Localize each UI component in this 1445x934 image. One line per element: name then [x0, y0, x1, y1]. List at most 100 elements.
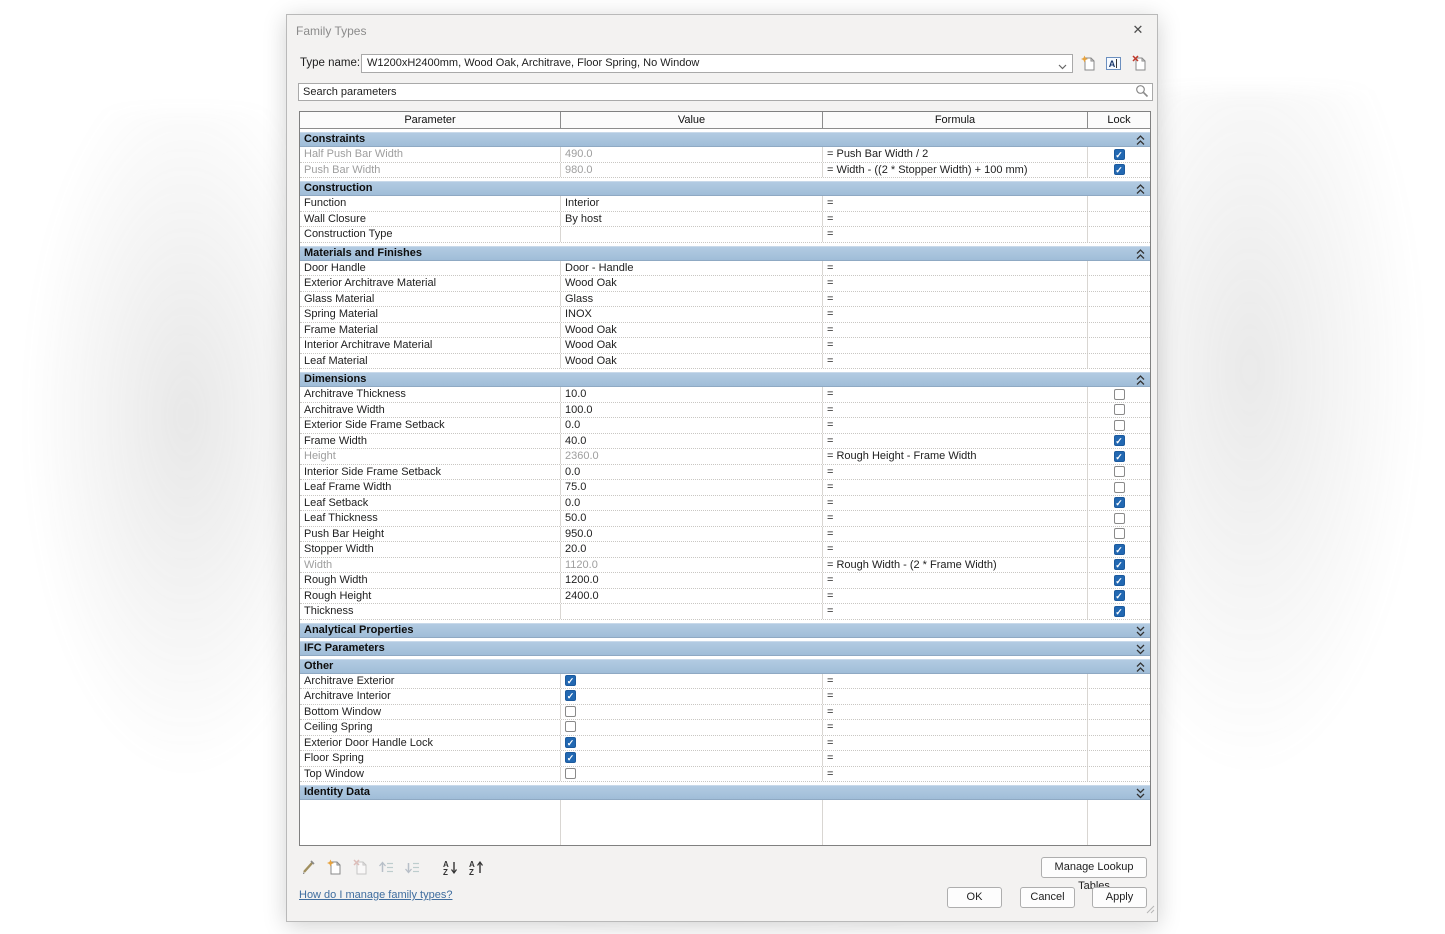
collapse-section-icon[interactable] [1136, 135, 1145, 150]
param-value-cell[interactable] [561, 227, 823, 242]
search-input[interactable] [298, 83, 1153, 101]
column-header-value[interactable]: Value [561, 112, 823, 128]
lock-checkbox[interactable] [1114, 575, 1125, 586]
param-formula-cell[interactable]: = Push Bar Width / 2 [823, 147, 1088, 162]
param-formula-cell[interactable]: = [823, 674, 1088, 689]
lock-checkbox[interactable] [1114, 606, 1125, 617]
param-value-cell[interactable]: Wood Oak [561, 323, 823, 338]
param-formula-cell[interactable]: = [823, 573, 1088, 588]
expand-section-icon[interactable] [1136, 626, 1145, 641]
param-formula-cell[interactable]: = [823, 212, 1088, 227]
help-link[interactable]: How do I manage family types? [299, 889, 452, 901]
lock-checkbox[interactable] [1114, 435, 1125, 446]
column-header-parameter[interactable]: Parameter [300, 112, 561, 128]
param-formula-cell[interactable]: = [823, 227, 1088, 242]
new-type-button[interactable] [1079, 54, 1097, 73]
edit-parameter-button[interactable] [299, 858, 317, 876]
param-formula-cell[interactable]: = [823, 705, 1088, 720]
param-value-cell[interactable] [561, 736, 823, 751]
param-formula-cell[interactable]: = [823, 589, 1088, 604]
param-value-cell[interactable]: 980.0 [561, 163, 823, 178]
param-formula-cell[interactable]: = [823, 689, 1088, 704]
param-formula-cell[interactable]: = Rough Height - Frame Width [823, 449, 1088, 464]
section-header-dimensions[interactable]: Dimensions [300, 372, 1150, 387]
param-value-cell[interactable]: 2400.0 [561, 589, 823, 604]
param-formula-cell[interactable]: = [823, 261, 1088, 276]
value-checkbox[interactable] [565, 768, 576, 779]
lock-checkbox[interactable] [1114, 544, 1125, 555]
param-value-cell[interactable]: 50.0 [561, 511, 823, 526]
section-header-ifc-parameters[interactable]: IFC Parameters [300, 641, 1150, 656]
section-header-analytical-properties[interactable]: Analytical Properties [300, 623, 1150, 638]
param-formula-cell[interactable]: = [823, 387, 1088, 402]
param-value-cell[interactable] [561, 674, 823, 689]
param-value-cell[interactable]: Interior [561, 196, 823, 211]
manage-lookup-tables-button[interactable]: Manage Lookup Tables [1041, 857, 1147, 878]
param-formula-cell[interactable]: = [823, 542, 1088, 557]
param-value-cell[interactable]: 2360.0 [561, 449, 823, 464]
value-checkbox[interactable] [565, 675, 576, 686]
lock-checkbox[interactable] [1114, 389, 1125, 400]
param-formula-cell[interactable]: = [823, 196, 1088, 211]
param-value-cell[interactable]: Wood Oak [561, 354, 823, 369]
param-formula-cell[interactable]: = [823, 480, 1088, 495]
param-formula-cell[interactable]: = [823, 511, 1088, 526]
lock-checkbox[interactable] [1114, 451, 1125, 462]
section-header-materials-and-finishes[interactable]: Materials and Finishes [300, 246, 1150, 261]
param-value-cell[interactable]: Glass [561, 292, 823, 307]
column-header-formula[interactable]: Formula [823, 112, 1088, 128]
param-formula-cell[interactable]: = [823, 323, 1088, 338]
section-header-constraints[interactable]: Constraints [300, 132, 1150, 147]
param-value-cell[interactable]: 100.0 [561, 403, 823, 418]
close-icon[interactable]: ✕ [1129, 21, 1147, 39]
param-value-cell[interactable]: 75.0 [561, 480, 823, 495]
param-formula-cell[interactable]: = [823, 418, 1088, 433]
resize-grip[interactable] [1145, 901, 1155, 919]
collapse-section-icon[interactable] [1136, 184, 1145, 199]
lock-checkbox[interactable] [1114, 528, 1125, 539]
param-value-cell[interactable] [561, 751, 823, 766]
param-formula-cell[interactable]: = [823, 720, 1088, 735]
param-formula-cell[interactable]: = [823, 338, 1088, 353]
param-value-cell[interactable]: 40.0 [561, 434, 823, 449]
lock-checkbox[interactable] [1114, 590, 1125, 601]
lock-checkbox[interactable] [1114, 420, 1125, 431]
lock-checkbox[interactable] [1114, 559, 1125, 570]
section-header-identity-data[interactable]: Identity Data [300, 785, 1150, 800]
value-checkbox[interactable] [565, 721, 576, 732]
collapse-section-icon[interactable] [1136, 375, 1145, 390]
dialog-titlebar[interactable]: Family Types ✕ [287, 15, 1157, 45]
param-value-cell[interactable]: Wood Oak [561, 338, 823, 353]
column-header-lock[interactable]: Lock [1088, 112, 1150, 128]
param-formula-cell[interactable]: = [823, 403, 1088, 418]
lock-checkbox[interactable] [1114, 164, 1125, 175]
param-formula-cell[interactable]: = [823, 292, 1088, 307]
ok-button[interactable]: OK [947, 887, 1002, 908]
param-formula-cell[interactable]: = [823, 496, 1088, 511]
param-formula-cell[interactable]: = [823, 527, 1088, 542]
section-header-other[interactable]: Other [300, 659, 1150, 674]
cancel-button[interactable]: Cancel [1020, 887, 1075, 908]
param-value-cell[interactable]: 10.0 [561, 387, 823, 402]
value-checkbox[interactable] [565, 737, 576, 748]
param-value-cell[interactable]: INOX [561, 307, 823, 322]
param-formula-cell[interactable]: = [823, 354, 1088, 369]
param-formula-cell[interactable]: = [823, 307, 1088, 322]
param-value-cell[interactable]: 1120.0 [561, 558, 823, 573]
sort-ascending-button[interactable]: A Z [441, 858, 459, 876]
expand-section-icon[interactable] [1136, 644, 1145, 659]
expand-section-icon[interactable] [1136, 788, 1145, 803]
param-value-cell[interactable]: 0.0 [561, 496, 823, 511]
param-formula-cell[interactable]: = [823, 751, 1088, 766]
value-checkbox[interactable] [565, 690, 576, 701]
lock-checkbox[interactable] [1114, 149, 1125, 160]
apply-button[interactable]: Apply [1092, 887, 1147, 908]
param-value-cell[interactable]: 490.0 [561, 147, 823, 162]
param-value-cell[interactable] [561, 689, 823, 704]
param-value-cell[interactable]: 20.0 [561, 542, 823, 557]
param-value-cell[interactable] [561, 767, 823, 782]
param-value-cell[interactable] [561, 705, 823, 720]
param-formula-cell[interactable]: = Rough Width - (2 * Frame Width) [823, 558, 1088, 573]
param-value-cell[interactable]: 950.0 [561, 527, 823, 542]
param-formula-cell[interactable]: = [823, 767, 1088, 782]
